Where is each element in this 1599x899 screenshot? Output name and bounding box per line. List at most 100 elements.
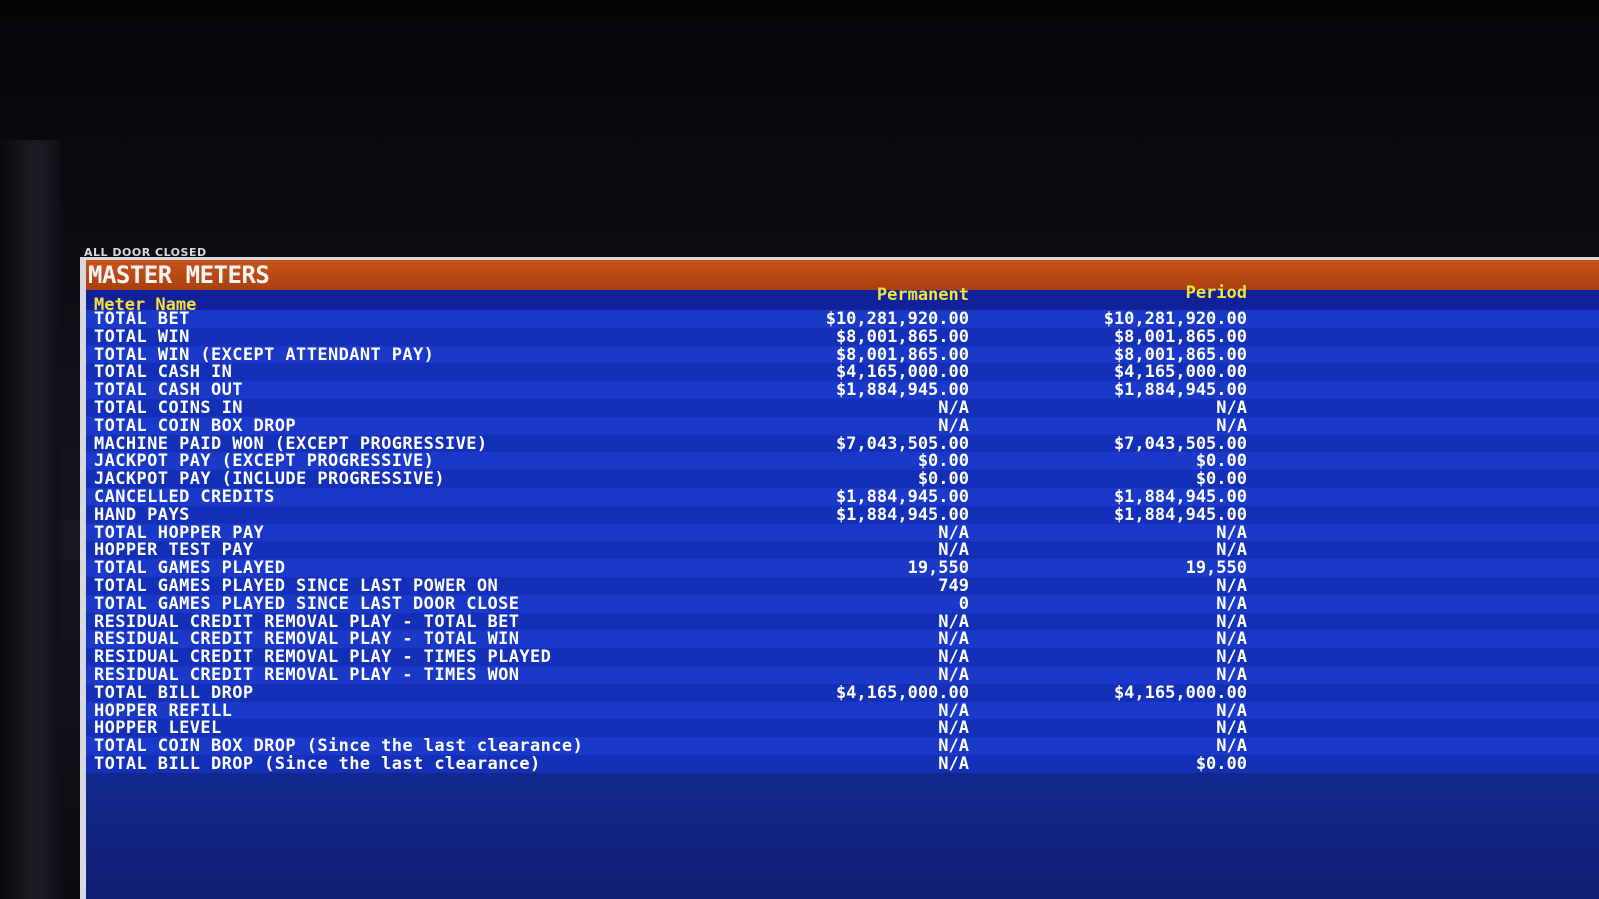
meter-permanent-value: $0.00 <box>917 451 969 472</box>
meter-period-value: N/A <box>1216 540 1247 561</box>
meter-name: RESIDUAL CREDIT REMOVAL PLAY - TIMES PLA… <box>94 647 552 668</box>
meter-name: HOPPER REFILL <box>94 700 233 721</box>
table-row: TOTAL COIN BOX DROP (Since the last clea… <box>86 737 1599 755</box>
meter-period-value: N/A <box>1216 575 1247 596</box>
meter-permanent-value: $7,043,505.00 <box>835 433 969 454</box>
meter-permanent-value: $8,001,865.00 <box>835 326 969 347</box>
meter-name: TOTAL GAMES PLAYED SINCE LAST DOOR CLOSE <box>94 593 520 614</box>
meter-period-value: N/A <box>1216 593 1247 614</box>
meter-permanent-value: 0 <box>958 593 969 614</box>
table-row: TOTAL WIN (EXCEPT ATTENDANT PAY) $8,001,8… <box>86 344 1599 365</box>
meter-permanent-value: N/A <box>938 736 969 757</box>
meter-permanent-value: $1,884,945.00 <box>835 504 969 525</box>
meter-permanent-value: N/A <box>938 718 969 739</box>
meter-name: TOTAL GAMES PLAYED <box>94 558 286 579</box>
meter-name: HAND PAYS <box>94 504 190 525</box>
meter-permanent-value: N/A <box>938 753 969 774</box>
meter-name: TOTAL GAMES PLAYED SINCE LAST POWER ON <box>94 575 499 596</box>
meter-period-value: $1,884,945.00 <box>1113 486 1247 507</box>
table-row: TOTAL CASH IN $4,165,000.00 $4,165,000.00 <box>86 363 1599 381</box>
meter-name: TOTAL CASH IN <box>94 362 233 383</box>
meter-permanent-value: $1,884,945.00 <box>835 486 969 507</box>
meter-permanent-value: N/A <box>938 522 969 543</box>
meter-period-value: N/A <box>1216 611 1247 632</box>
meter-permanent-value: 19,550 <box>907 558 969 579</box>
meter-permanent-value: N/A <box>938 415 969 436</box>
meter-period-value: $8,001,865.00 <box>1113 344 1247 365</box>
table-row: JACKPOT PAY (INCLUDE PROGRESSIVE) $0.00 $0… <box>86 470 1599 488</box>
screen-empty-area <box>86 772 1599 899</box>
meter-period-value: N/A <box>1216 647 1247 668</box>
meter-permanent-value: $1,884,945.00 <box>835 380 969 401</box>
meter-period-value: $1,884,945.00 <box>1113 504 1247 525</box>
meter-period-value: N/A <box>1216 397 1247 418</box>
table-row: TOTAL CASH OUT $1,884,945.00 $1,884,945.00 <box>86 381 1599 399</box>
meter-name: TOTAL COIN BOX DROP (Since the last clea… <box>94 736 584 757</box>
meter-permanent-value: $8,001,865.00 <box>835 344 969 365</box>
meter-permanent-value: N/A <box>938 647 969 668</box>
table-row: TOTAL COINS IN N/A N/A <box>86 397 1599 418</box>
column-header-permanent: Permanent <box>876 285 969 305</box>
meter-period-value: N/A <box>1216 629 1247 650</box>
table-row: TOTAL GAMES PLAYED 19,550 19,550 <box>86 559 1599 577</box>
table-row: TOTAL GAMES PLAYED SINCE LAST POWER ON 74… <box>86 575 1599 596</box>
table-row: RESIDUAL CREDIT REMOVAL PLAY - TIMES WON… <box>86 664 1599 685</box>
table-row: HOPPER TEST PAY N/A N/A <box>86 541 1599 559</box>
table-row: TOTAL GAMES PLAYED SINCE LAST DOOR CLOSE… <box>86 593 1599 614</box>
table-row: CANCELLED CREDITS $1,884,945.00 $1,884,945… <box>86 486 1599 507</box>
meter-permanent-value: $10,281,920.00 <box>825 309 969 329</box>
meter-name: MACHINE PAID WON (EXCEPT PROGRESSIVE) <box>94 433 488 454</box>
meter-period-value: N/A <box>1216 415 1247 436</box>
meter-period-value: $4,165,000.00 <box>1113 362 1247 383</box>
meter-name: TOTAL BET <box>94 309 190 329</box>
meter-name: TOTAL COINS IN <box>94 397 243 418</box>
meter-name: RESIDUAL CREDIT REMOVAL PLAY - TOTAL BET <box>94 611 520 632</box>
meter-name: TOTAL BILL DROP <box>94 682 254 703</box>
table-row: TOTAL WIN $8,001,865.00 $8,001,865.00 <box>86 326 1599 347</box>
table-row: TOTAL HOPPER PAY N/A N/A <box>86 522 1599 543</box>
meter-name: TOTAL WIN (EXCEPT ATTENDANT PAY) <box>94 344 435 365</box>
meter-permanent-value: $4,165,000.00 <box>835 362 969 383</box>
meter-name: JACKPOT PAY (EXCEPT PROGRESSIVE) <box>94 451 435 472</box>
meter-permanent-value: N/A <box>938 611 969 632</box>
meter-period-value: N/A <box>1216 700 1247 721</box>
meter-screen: MASTER METERS Meter Name Permanent Perio… <box>80 257 1599 899</box>
table-row: TOTAL BET $10,281,920.00 $10,281,920.00 <box>86 310 1599 328</box>
meter-permanent-value: N/A <box>938 397 969 418</box>
table-row: RESIDUAL CREDIT REMOVAL PLAY - TIMES PLA… <box>86 648 1599 666</box>
meter-name: TOTAL HOPPER PAY <box>94 522 265 543</box>
meter-period-value: $4,165,000.00 <box>1113 682 1247 703</box>
meter-permanent-value: N/A <box>938 540 969 561</box>
meter-name: TOTAL CASH OUT <box>94 380 243 401</box>
bezel-left-edge <box>0 140 60 899</box>
meter-period-value: $0.00 <box>1195 469 1247 490</box>
meter-period-value: N/A <box>1216 736 1247 757</box>
meter-rows: TOTAL BET $10,281,920.00 $10,281,920.00 TOT… <box>86 310 1599 773</box>
meter-name: TOTAL COIN BOX DROP <box>94 415 297 436</box>
meter-period-value: $0.00 <box>1195 451 1247 472</box>
meter-permanent-value: $0.00 <box>917 469 969 490</box>
table-row: HOPPER REFILL N/A N/A <box>86 700 1599 721</box>
page-title: MASTER METERS <box>86 260 1599 290</box>
meter-name: TOTAL BILL DROP (Since the last clearanc… <box>94 753 541 774</box>
meter-period-value: $7,043,505.00 <box>1113 433 1247 454</box>
meter-name: CANCELLED CREDITS <box>94 486 275 507</box>
meter-period-value: N/A <box>1216 522 1247 543</box>
meter-period-value: N/A <box>1216 664 1247 685</box>
meter-period-value: $8,001,865.00 <box>1113 326 1247 347</box>
meter-period-value: $0.00 <box>1195 753 1247 774</box>
column-header-period: Period <box>1185 283 1247 303</box>
meter-name: HOPPER TEST PAY <box>94 540 254 561</box>
meter-period-value: $1,884,945.00 <box>1113 380 1247 401</box>
table-row: JACKPOT PAY (EXCEPT PROGRESSIVE) $0.00 $0.… <box>86 452 1599 470</box>
meter-period-value: N/A <box>1216 718 1247 739</box>
meter-name: RESIDUAL CREDIT REMOVAL PLAY - TOTAL WIN <box>94 629 520 650</box>
table-row: TOTAL COIN BOX DROP N/A N/A <box>86 415 1599 436</box>
table-row: RESIDUAL CREDIT REMOVAL PLAY - TOTAL BET… <box>86 611 1599 632</box>
meter-period-value: 19,550 <box>1185 558 1247 579</box>
meter-permanent-value: $4,165,000.00 <box>835 682 969 703</box>
meter-name: RESIDUAL CREDIT REMOVAL PLAY - TIMES WON <box>94 664 520 685</box>
meter-name: TOTAL WIN <box>94 326 190 347</box>
table-row: RESIDUAL CREDIT REMOVAL PLAY - TOTAL WIN… <box>86 630 1599 648</box>
table-header: Meter Name Permanent Period <box>86 284 1599 314</box>
